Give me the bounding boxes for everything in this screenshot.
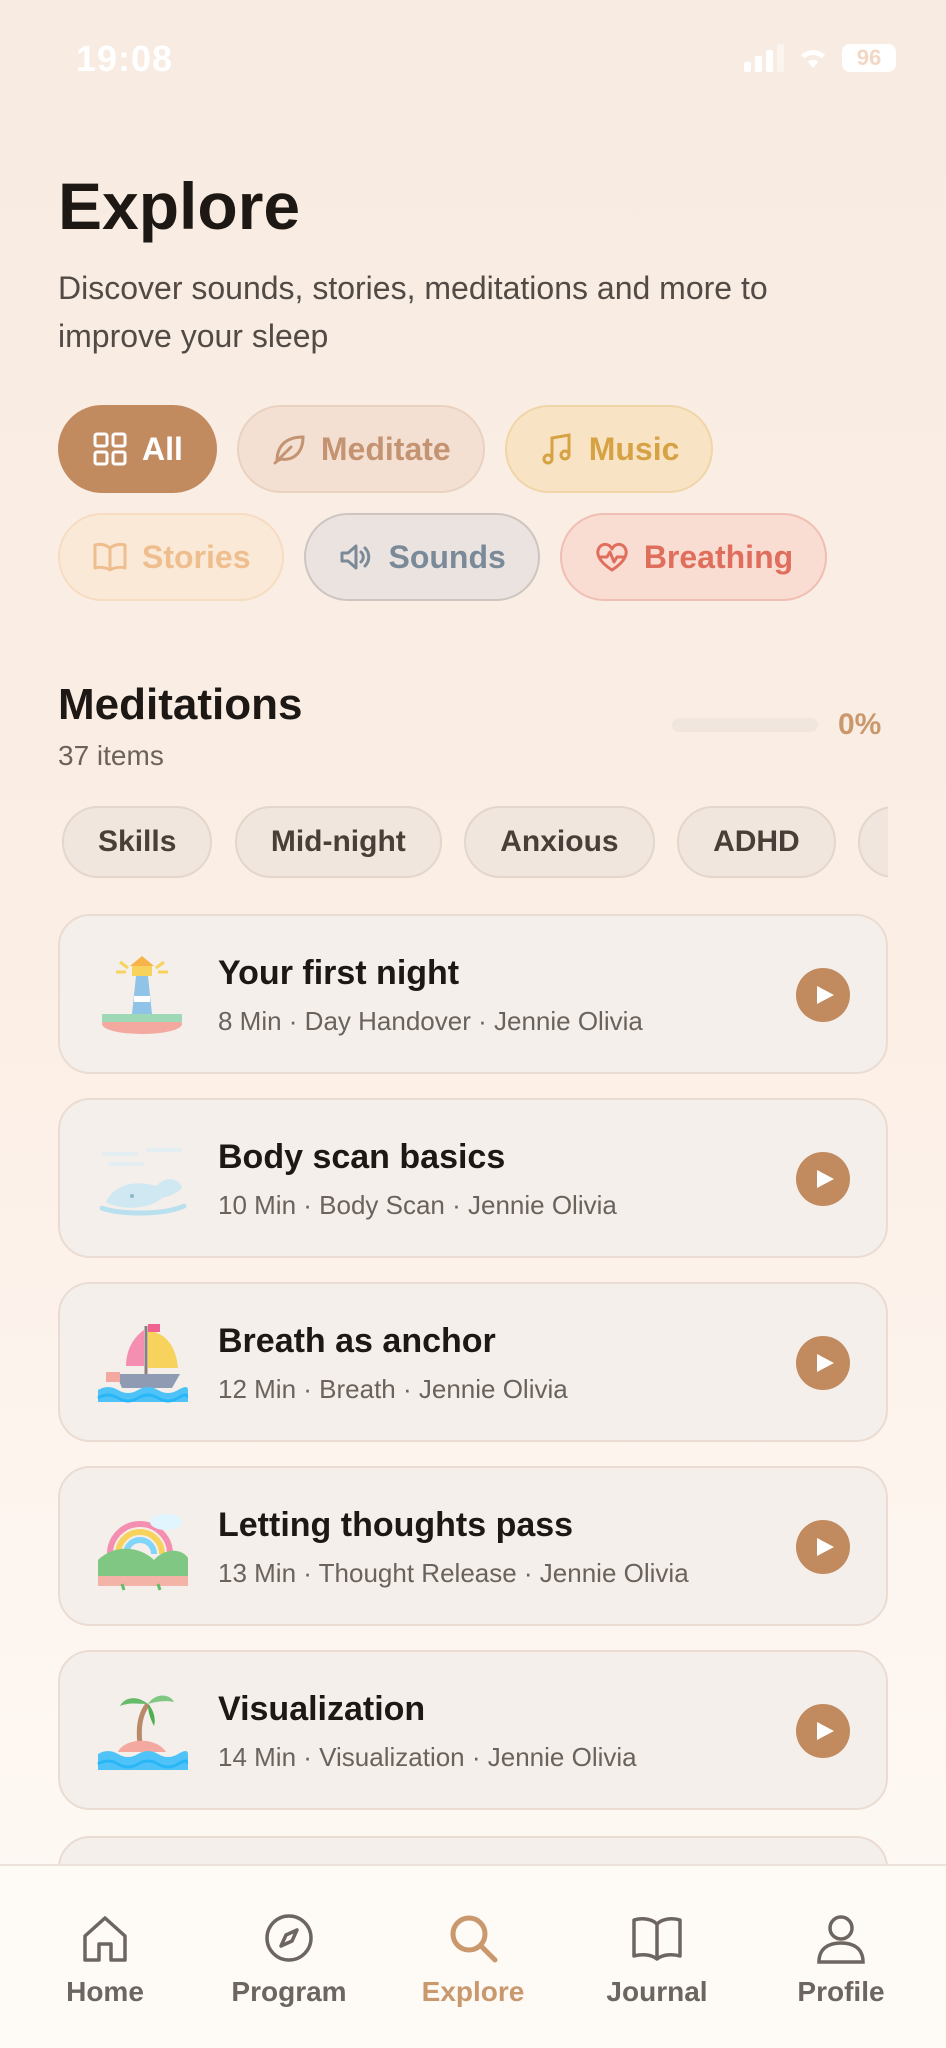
page-title: Explore xyxy=(58,169,301,243)
filter-breathing-label: Breathing xyxy=(643,538,794,575)
tab-journal-label: Journal xyxy=(606,1976,708,2007)
filter-row-1: All Meditate Music xyxy=(58,405,714,493)
play-icon xyxy=(817,1538,834,1556)
heart-pulse-icon xyxy=(596,542,628,572)
play-icon xyxy=(817,1170,834,1188)
filter-stories-chip[interactable]: Stories xyxy=(58,513,285,601)
page-subtitle: Discover sounds, stories, meditations an… xyxy=(58,270,768,354)
tab-profile-label: Profile xyxy=(797,1976,885,2007)
tag-row[interactable]: Skills Mid-night Anxious ADHD xyxy=(62,806,888,882)
open-book-icon xyxy=(632,1917,682,1961)
filter-sounds-label: Sounds xyxy=(388,538,506,575)
play-button[interactable] xyxy=(796,1336,850,1390)
card-title: Body scan basics xyxy=(218,1138,506,1176)
search-icon xyxy=(450,1915,498,1963)
compass-icon xyxy=(265,1914,313,1962)
meditation-card[interactable]: Visualization 14 Min · Visualization · J… xyxy=(58,1650,888,1810)
play-button[interactable] xyxy=(796,1704,850,1758)
card-meta: 8 Min · Day Handover · Jennie Olivia xyxy=(218,1006,643,1036)
play-icon xyxy=(817,1722,834,1740)
music-note-icon xyxy=(542,433,571,465)
progress-bar xyxy=(672,718,818,732)
progress-label: 0% xyxy=(838,708,882,741)
meditation-card[interactable]: Your first night 8 Min · Day Handover · … xyxy=(58,914,888,1074)
card-meta: 12 Min · Breath · Jennie Olivia xyxy=(218,1374,568,1404)
filter-meditate-chip[interactable]: Meditate xyxy=(236,405,485,493)
play-icon xyxy=(817,986,834,1004)
filter-breathing-chip[interactable]: Breathing xyxy=(559,513,828,601)
tag-skills[interactable]: Skills xyxy=(62,806,213,878)
lighthouse-icon xyxy=(102,956,182,1034)
status-bar: 19:08 96 xyxy=(0,0,946,120)
meditation-card[interactable]: Body scan basics 10 Min · Body Scan · Je… xyxy=(58,1098,888,1258)
card-title: Visualization xyxy=(218,1690,426,1728)
filter-meditate-label: Meditate xyxy=(320,430,451,467)
wifi-icon xyxy=(801,50,825,68)
tab-explore-label: Explore xyxy=(421,1976,525,2007)
filter-all-chip[interactable]: All xyxy=(58,405,217,493)
card-meta: 10 Min · Body Scan · Jennie Olivia xyxy=(218,1190,617,1220)
tab-journal[interactable]: Journal xyxy=(572,1866,742,2048)
island-icon xyxy=(97,1695,188,1770)
card-title: Breath as anchor xyxy=(218,1322,496,1360)
tab-home-label: Home xyxy=(66,1976,144,2007)
filter-music-chip[interactable]: Music xyxy=(504,405,714,493)
leaf-icon xyxy=(273,435,305,465)
tab-home[interactable]: Home xyxy=(20,1866,190,2048)
card-title: Your first night xyxy=(218,954,460,992)
battery-icon: 96 xyxy=(842,44,896,72)
whale-icon xyxy=(99,1148,187,1216)
play-icon xyxy=(817,1354,834,1372)
grid-icon xyxy=(93,432,127,466)
person-icon xyxy=(817,1915,865,1964)
filter-row-2: Stories Sounds Breathing xyxy=(58,513,828,601)
meditation-card[interactable]: Letting thoughts pass 13 Min · Thought R… xyxy=(58,1466,888,1626)
cellular-signal-icon xyxy=(744,44,784,72)
bottom-tab-bar: Home Program Explore Journal Profile xyxy=(0,1864,946,2048)
tag-more[interactable] xyxy=(858,806,888,878)
tab-profile[interactable]: Profile xyxy=(756,1866,926,2048)
status-icons: 96 xyxy=(744,44,896,72)
home-icon xyxy=(83,1916,127,1962)
card-meta: 14 Min · Visualization · Jennie Olivia xyxy=(218,1742,637,1772)
boat-icon xyxy=(97,1324,188,1403)
tag-mid-night[interactable]: Mid-night xyxy=(234,806,442,878)
tab-program[interactable]: Program xyxy=(204,1866,374,2048)
tag-adhd[interactable]: ADHD xyxy=(677,806,836,878)
tag-anxious[interactable]: Anxious xyxy=(464,806,655,878)
filter-all-label: All xyxy=(142,430,183,467)
meditation-card[interactable]: Breath as anchor 12 Min · Breath · Jenni… xyxy=(58,1282,888,1442)
section-count: 37 items xyxy=(58,740,164,771)
filter-stories-label: Stories xyxy=(142,538,251,575)
section-title: Meditations xyxy=(58,680,303,729)
status-time: 19:08 xyxy=(76,38,174,79)
filter-music-label: Music xyxy=(588,430,680,467)
tab-explore[interactable]: Explore xyxy=(388,1866,558,2048)
card-title: Letting thoughts pass xyxy=(218,1506,574,1544)
tab-program-label: Program xyxy=(231,1976,347,2007)
play-button[interactable] xyxy=(796,1520,850,1574)
rainbow-hills-icon xyxy=(98,1514,188,1591)
book-icon xyxy=(93,542,127,572)
card-meta: 13 Min · Thought Release · Jennie Olivia xyxy=(218,1558,689,1588)
play-button[interactable] xyxy=(796,968,850,1022)
play-button[interactable] xyxy=(796,1152,850,1206)
filter-sounds-chip[interactable]: Sounds xyxy=(304,513,540,601)
speaker-icon xyxy=(340,544,371,570)
